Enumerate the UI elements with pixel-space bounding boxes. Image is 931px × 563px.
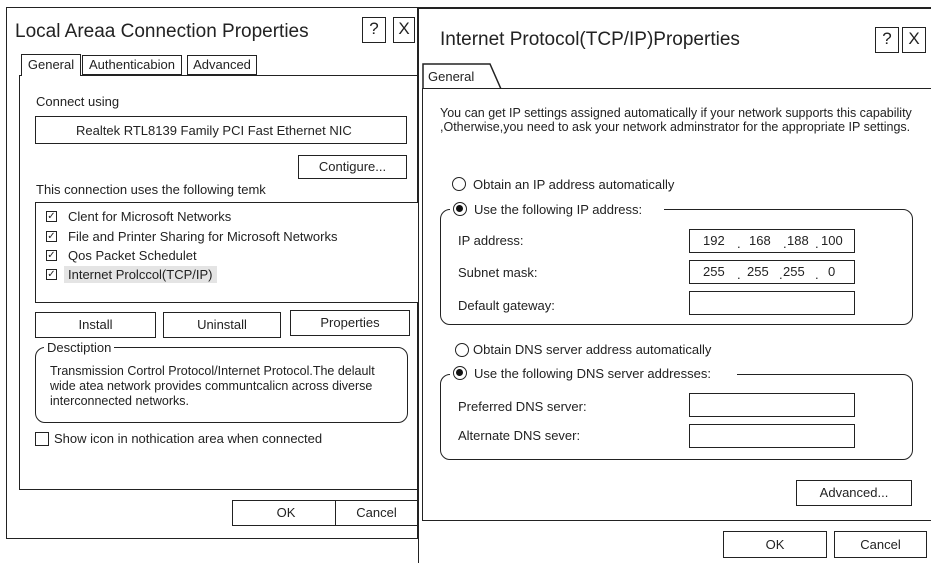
ip-octet-1: 192 — [703, 233, 725, 248]
help-icon: ? — [882, 29, 892, 48]
lan-window-title: Local Areaa Connection Properties — [15, 21, 309, 42]
help-icon: ? — [369, 19, 379, 38]
subnet-octet-1: 255 — [703, 264, 725, 279]
use-following-dns-option[interactable]: Use the following DNS server addresses: — [450, 364, 737, 382]
list-item-label: File and Printer Sharing for Microsoft N… — [68, 229, 338, 244]
subnet-mask-label: Subnet mask: — [458, 265, 538, 280]
tab-authentication[interactable]: Authenticabion — [82, 55, 182, 75]
obtain-ip-auto-option[interactable]: Obtain an IP address automatically — [452, 176, 712, 194]
list-item[interactable]: ✓ Clent for Microsoft Networks — [46, 209, 386, 225]
ip-octet-2: 168 — [749, 233, 771, 248]
ip-dot: . — [737, 236, 741, 251]
ip-dot: . — [815, 236, 819, 251]
subnet-octet-3: 255 — [783, 264, 805, 279]
ip-octet-4: 100 — [821, 233, 843, 248]
checkbox-tcpip[interactable]: ✓ — [46, 269, 57, 280]
configure-button[interactable]: Contigure... — [298, 155, 407, 179]
obtain-dns-auto-option[interactable]: Obtain DNS server address automatically — [452, 341, 752, 359]
list-item-label: Qos Packet Schedulet — [68, 248, 197, 263]
subnet-dot: . — [815, 267, 819, 282]
use-following-dns-label: Use the following DNS server addresses: — [474, 366, 711, 381]
checkbox-client[interactable]: ✓ — [46, 211, 57, 222]
install-button[interactable]: Install — [35, 312, 156, 338]
tab-general-label: General — [428, 69, 475, 84]
tcpip-ok-button[interactable]: OK — [723, 531, 827, 558]
tcpip-tab-general[interactable]: General — [422, 63, 502, 89]
obtain-dns-auto-radio[interactable] — [455, 343, 469, 357]
lan-help-button[interactable]: ? — [362, 17, 386, 43]
show-icon-label: Show icon in nothication area when conne… — [54, 431, 323, 446]
tcpip-close-button[interactable]: X — [902, 27, 926, 53]
use-following-ip-radio[interactable] — [453, 202, 467, 216]
description-label: Desctiption — [44, 340, 115, 355]
checkbox-qos[interactable]: ✓ — [46, 250, 57, 261]
connect-using-label: Connect using — [36, 94, 120, 109]
show-icon-checkbox[interactable] — [35, 432, 49, 446]
alternate-dns-label: Alternate DNS sever: — [458, 428, 581, 443]
obtain-ip-auto-label: Obtain an IP address automatically — [473, 177, 675, 192]
obtain-ip-auto-radio[interactable] — [452, 177, 466, 191]
list-item-label: Internet Prolccol(TCP/IP) — [64, 266, 217, 283]
advanced-button[interactable]: Advanced... — [796, 480, 912, 506]
close-icon: X — [398, 19, 410, 38]
tab-general[interactable]: General — [21, 54, 81, 76]
use-following-ip-label: Use the following IP address: — [474, 202, 643, 217]
components-list: ✓ Clent for Microsoft Networks ✓ File an… — [35, 202, 418, 303]
preferred-dns-label: Preferred DNS server: — [458, 399, 587, 414]
tcpip-title-bar — [418, 7, 931, 9]
adapter-field: Realtek RTL8139 Family PCI Fast Ethernet… — [35, 116, 407, 144]
tcpip-help-button[interactable]: ? — [875, 27, 899, 53]
ip-address-field[interactable]: 192 . 168 . 188 . 100 — [689, 229, 855, 253]
default-gateway-field[interactable] — [689, 291, 855, 315]
lan-cancel-button[interactable]: Cancel — [335, 500, 417, 526]
lan-close-button[interactable]: X — [393, 17, 415, 43]
use-following-dns-radio[interactable] — [453, 366, 467, 380]
checkbox-file-sharing[interactable]: ✓ — [46, 231, 57, 242]
obtain-dns-auto-label: Obtain DNS server address automatically — [473, 342, 712, 357]
adapter-name: Realtek RTL8139 Family PCI Fast Ethernet… — [76, 123, 352, 138]
use-following-ip-option[interactable]: Use the following IP address: — [450, 200, 664, 218]
alternate-dns-field[interactable] — [689, 424, 855, 448]
preferred-dns-field[interactable] — [689, 393, 855, 417]
subnet-octet-2: 255 — [747, 264, 769, 279]
subnet-octet-4: 0 — [828, 264, 836, 279]
items-label: This connection uses the following temk — [36, 182, 266, 197]
uninstall-button[interactable]: Uninstall — [163, 312, 281, 338]
tab-advanced[interactable]: Advanced — [187, 55, 257, 75]
subnet-mask-field[interactable]: 255 . 255 . 255 . 0 — [689, 260, 855, 284]
default-gateway-label: Default gateway: — [458, 298, 555, 313]
show-icon-option[interactable]: Show icon in nothication area when conne… — [35, 431, 365, 449]
list-item-selected[interactable]: ✓ Internet Prolccol(TCP/IP) — [46, 266, 246, 284]
tcpip-intro-text: You can get IP settings assigned automat… — [440, 106, 912, 134]
description-text: Transmission Cortrol Protocol/Internet P… — [50, 364, 375, 408]
ip-octet-3: 188 — [787, 233, 809, 248]
close-icon: X — [908, 29, 920, 48]
lan-ok-button[interactable]: OK — [232, 500, 340, 526]
properties-button[interactable]: Properties — [290, 310, 410, 336]
list-item-label: Clent for Microsoft Networks — [68, 209, 232, 224]
list-item[interactable]: ✓ File and Printer Sharing for Microsoft… — [46, 229, 386, 245]
ip-address-label: IP address: — [458, 233, 524, 248]
subnet-dot: . — [737, 267, 741, 282]
tcpip-cancel-button[interactable]: Cancel — [834, 531, 927, 558]
list-item[interactable]: ✓ Qos Packet Schedulet — [46, 248, 386, 264]
tcpip-window-title: Internet Protocol(TCP/IP)Properties — [440, 29, 740, 50]
